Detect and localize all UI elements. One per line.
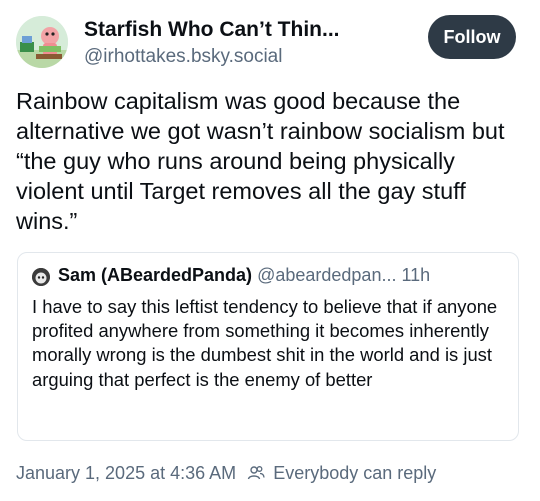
cartoon-starfish-avatar-icon (16, 16, 68, 68)
quoted-post-card[interactable]: Sam (ABeardedPanda) @abeardedpan... 11h … (17, 252, 519, 441)
people-icon (247, 466, 265, 480)
post-timestamp: January 1, 2025 at 4:36 AM (16, 462, 237, 483)
quoted-post-text: I have to say this leftist tendency to b… (32, 296, 498, 390)
quoted-author-avatar (32, 268, 50, 286)
quoted-author-name: Sam (ABeardedPanda) (58, 265, 253, 285)
post-header: Starfish Who Can’t Thin... @irhottakes.b… (16, 12, 524, 72)
post-text: Rainbow capitalism was good because the … (16, 88, 505, 234)
follow-button[interactable]: Follow (428, 15, 516, 59)
quoted-post-age: 11h (401, 265, 431, 285)
author-names: Starfish Who Can’t Thin... @irhottakes.b… (84, 18, 340, 68)
reply-setting[interactable]: Everybody can reply (273, 463, 436, 483)
author-display-name[interactable]: Starfish Who Can’t Thin... (84, 18, 340, 42)
panda-avatar-icon (32, 268, 50, 286)
post-footer: January 1, 2025 at 4:36 AM Everybody can… (16, 462, 436, 484)
author-avatar[interactable] (16, 16, 68, 68)
quoted-post-header: Sam (ABeardedPanda) @abeardedpan... 11h (32, 265, 508, 289)
quoted-post-meta: Sam (ABeardedPanda) @abeardedpan... 11h (58, 265, 430, 286)
author-handle[interactable]: @irhottakes.bsky.social (84, 46, 340, 68)
quoted-author-handle: @abeardedpan... (257, 265, 397, 285)
